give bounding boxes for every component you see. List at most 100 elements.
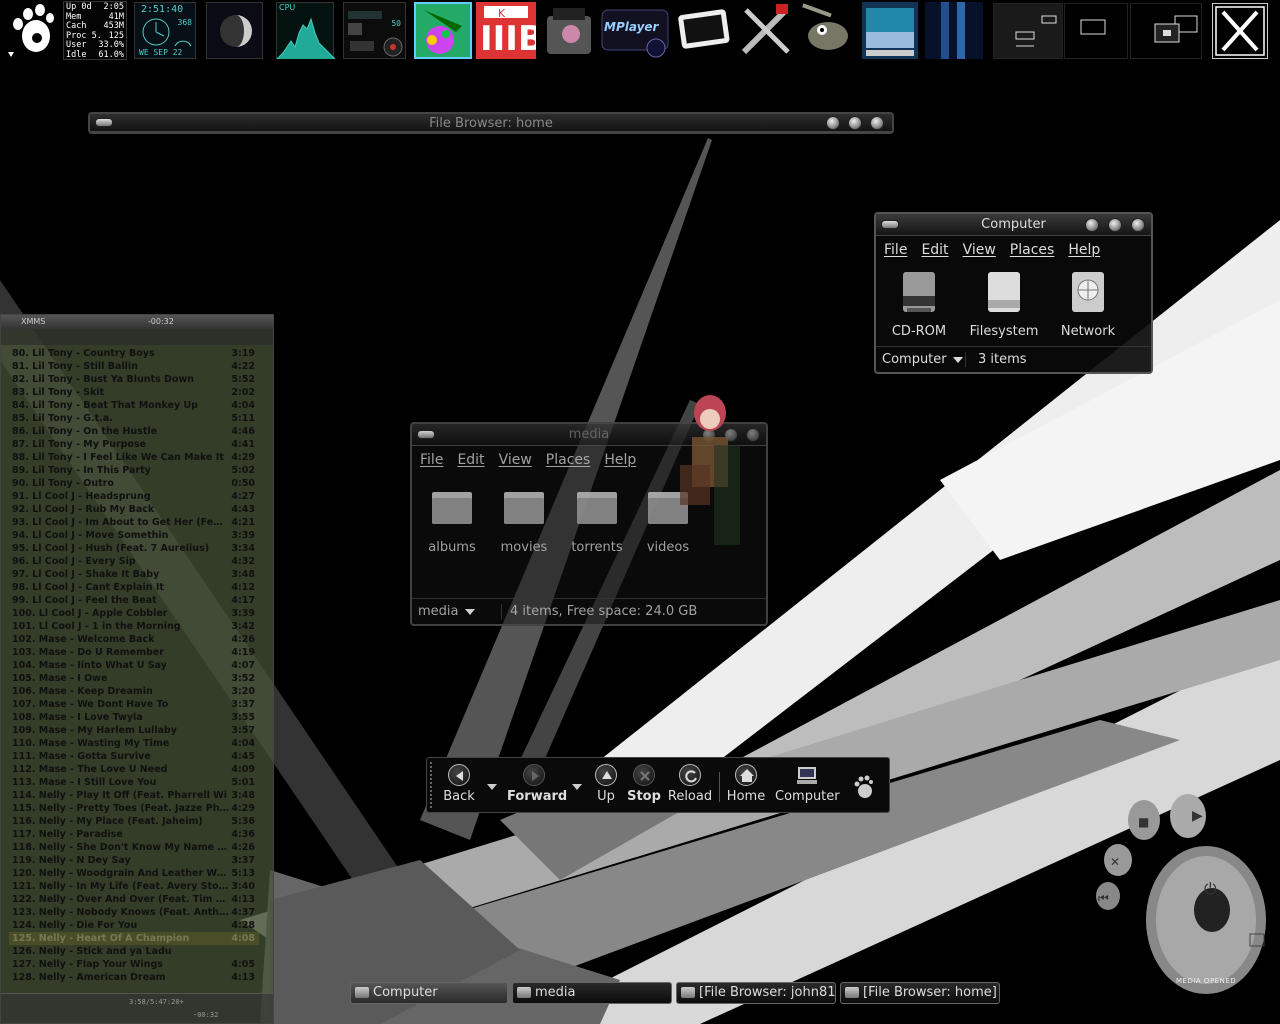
- folder-albums[interactable]: albums: [412, 484, 492, 555]
- playlist-row[interactable]: 91. Ll Cool J - Headsprung 4:27: [9, 490, 259, 503]
- network-place[interactable]: Network: [1048, 268, 1128, 339]
- computer-button[interactable]: Computer: [775, 764, 840, 804]
- close-button[interactable]: [870, 116, 884, 130]
- playlist-row[interactable]: 103. Mase - Do U Remember 4:19: [9, 646, 259, 659]
- menu-edit[interactable]: Edit: [921, 242, 948, 258]
- window-titlebar[interactable]: Computer: [876, 214, 1151, 236]
- volume-mixer-applet[interactable]: 50: [343, 2, 406, 59]
- playlist-row[interactable]: 119. Nelly - N Dey Say 3:37: [9, 854, 259, 867]
- image-launcher-icon[interactable]: [862, 2, 918, 59]
- toolbar-handle[interactable]: [430, 762, 434, 808]
- back-button[interactable]: Back: [441, 764, 477, 804]
- playlist-row[interactable]: 121. Nelly - In My Life (Feat. Avery Sto…: [9, 880, 259, 893]
- maximize-button[interactable]: [1108, 218, 1122, 232]
- playlist-row[interactable]: 122. Nelly - Over And Over (Feat. Tim M.…: [9, 893, 259, 906]
- playlist-row[interactable]: 115. Nelly - Pretty Toes (Feat. Jazze Ph…: [9, 802, 259, 815]
- reload-button[interactable]: Reload: [667, 764, 713, 804]
- playlist-row[interactable]: 84. Lil Tony - Beat That Monkey Up 4:04: [9, 399, 259, 412]
- minimize-button[interactable]: [1085, 218, 1099, 232]
- playlist-row[interactable]: 86. Lil Tony - On the Hustle 4:46: [9, 425, 259, 438]
- playlist-row[interactable]: 95. Ll Cool J - Hush (Feat. 7 Aurelius) 3…: [9, 542, 259, 555]
- playlist-row[interactable]: 117. Nelly - Paradise 4:36: [9, 828, 259, 841]
- playlist-row[interactable]: 118. Nelly - She Don't Know My Name (F..…: [9, 841, 259, 854]
- minimize-button[interactable]: [826, 116, 840, 130]
- close-button[interactable]: [1131, 218, 1145, 232]
- playlist-row[interactable]: 98. Ll Cool J - Cant Explain It 4:12: [9, 581, 259, 594]
- playlist-row[interactable]: 90. Lil Tony - Outro 0:50: [9, 477, 259, 490]
- menu-places[interactable]: Places: [1010, 242, 1055, 258]
- menu-view[interactable]: View: [963, 242, 996, 258]
- task-media[interactable]: media: [512, 982, 672, 1004]
- playlist-row[interactable]: 80. Lil Tony - Country Boys 3:19: [9, 347, 259, 360]
- playlist-row[interactable]: 93. Ll Cool J - Im About to Get Her (Fea…: [9, 516, 259, 529]
- playlist-row[interactable]: 110. Mase - Wasting My Time 4:04: [9, 737, 259, 750]
- filesystem-drive[interactable]: Filesystem: [964, 268, 1044, 339]
- gimp-launcher-icon[interactable]: [798, 2, 858, 59]
- playlist-row[interactable]: 88. Lil Tony - I Feel Like We Can Make I…: [9, 451, 259, 464]
- task-computer[interactable]: Computer: [350, 982, 508, 1004]
- playlist-row[interactable]: 92. Ll Cool J - Rub My Back 4:43: [9, 503, 259, 516]
- menu-help[interactable]: Help: [1068, 242, 1100, 258]
- playlist-row[interactable]: 87. Lil Tony - My Purpose 4:41: [9, 438, 259, 451]
- xmms-controls[interactable]: 3:58/5:47:20+ -00:32: [1, 993, 273, 1023]
- folder-movies[interactable]: movies: [484, 484, 564, 555]
- playlist-row[interactable]: 120. Nelly - Woodgrain And Leather Wit .…: [9, 867, 259, 880]
- gnome-foot-media-control[interactable]: ▶ ■ ✕ ⏮ ⏻: [1090, 780, 1280, 1024]
- playlist-row[interactable]: 101. Ll Cool J - 1 in the Morning 3:42: [9, 620, 259, 633]
- cdrom-drive[interactable]: CD-ROM: [879, 268, 959, 339]
- playlist-row[interactable]: 127. Nelly - Flap Your Wings 4:05: [9, 958, 259, 971]
- xmms-playlist-window[interactable]: XMMS -00:32 80. Lil Tony - Country Boys 3…: [0, 314, 274, 1024]
- task-file-browser-home[interactable]: [File Browser: home]: [840, 982, 1000, 1004]
- menu-edit[interactable]: Edit: [457, 452, 484, 468]
- menu-view[interactable]: View: [499, 452, 532, 468]
- playlist-row[interactable]: 112. Mase - The Love U Need 4:09: [9, 763, 259, 776]
- playlist[interactable]: 80. Lil Tony - Country Boys 3:19 81. Lil T…: [9, 347, 259, 987]
- forward-history-chevron-icon[interactable]: [572, 784, 582, 790]
- playlist-row[interactable]: 128. Nelly - American Dream 4:13: [9, 971, 259, 984]
- playlist-row[interactable]: 82. Lil Tony - Bust Ya Blunts Down 5:52: [9, 373, 259, 386]
- file-browser-home-window[interactable]: File Browser: home: [88, 112, 894, 134]
- playlist-row[interactable]: 105. Mase - I Owe 3:52: [9, 672, 259, 685]
- playlist-row[interactable]: 124. Nelly - Die For You 4:28: [9, 919, 259, 932]
- stop-button[interactable]: Stop: [627, 764, 661, 804]
- back-history-chevron-icon[interactable]: [487, 784, 497, 790]
- playlist-row[interactable]: 104. Mase - Iinto What U Say 4:07: [9, 659, 259, 672]
- playlist-row[interactable]: 113. Mase - I Still Love You 5:01: [9, 776, 259, 789]
- xmms-titlebar[interactable]: XMMS -00:32: [1, 315, 273, 329]
- up-button[interactable]: Up: [593, 764, 619, 804]
- workspace-2[interactable]: [1064, 3, 1128, 59]
- playlist-row[interactable]: 126. Nelly - Stick and ya Ladu: [9, 945, 259, 958]
- playlist-row[interactable]: 106. Mase - Keep Dreamin 3:20: [9, 685, 259, 698]
- tools-launcher-icon[interactable]: [736, 2, 796, 59]
- playlist-row[interactable]: 100. Ll Cool J - Apple Cobbler 3:39: [9, 607, 259, 620]
- playlist-row[interactable]: 109. Mase - My Harlem Lullaby 3:57: [9, 724, 259, 737]
- playlist-row[interactable]: 85. Lil Tony - G.t.a. 5:11: [9, 412, 259, 425]
- gnome-menu-icon[interactable]: [6, 2, 58, 58]
- blue-glow-launcher-icon[interactable]: [925, 2, 983, 59]
- playlist-row[interactable]: 108. Mase - I Love Twyla 3:55: [9, 711, 259, 724]
- playlist-row[interactable]: 99. Ll Cool J - Feel the Beat 4:17: [9, 594, 259, 607]
- folder-torrents[interactable]: torrents: [557, 484, 637, 555]
- km-app-launcher-icon[interactable]: IIIB K: [476, 2, 544, 59]
- gift-box-launcher-icon[interactable]: [539, 2, 599, 59]
- clock-applet[interactable]: 2:51:40 368 WE SEP 22: [134, 2, 196, 59]
- computer-window[interactable]: Computer File Edit View Places Help CD-R…: [874, 212, 1153, 374]
- playlist-row[interactable]: 94. Ll Cool J - Move Somethin 3:39: [9, 529, 259, 542]
- moon-phase-applet[interactable]: [206, 2, 263, 59]
- playlist-row[interactable]: 89. Lil Tony - In This Party 5:02: [9, 464, 259, 477]
- maximize-button[interactable]: [848, 116, 862, 130]
- frog-app-launcher-icon[interactable]: [414, 2, 472, 59]
- location-dropdown[interactable]: media: [418, 604, 502, 619]
- workspace-1[interactable]: [993, 3, 1063, 59]
- x-close-icon[interactable]: [1212, 3, 1268, 59]
- playlist-row[interactable]: 102. Mase - Welcome Back 4:26: [9, 633, 259, 646]
- home-button[interactable]: Home: [725, 764, 767, 804]
- location-dropdown[interactable]: Computer: [882, 352, 966, 367]
- task-file-browser-john81[interactable]: [File Browser: john81]: [676, 982, 836, 1004]
- menu-places[interactable]: Places: [546, 452, 591, 468]
- playlist-row[interactable]: 114. Nelly - Play It Off (Feat. Pharrell…: [9, 789, 259, 802]
- playlist-row[interactable]: 125. Nelly - Heart Of A Champion 4:08: [9, 932, 259, 945]
- forward-button[interactable]: Forward: [507, 764, 567, 804]
- playlist-row[interactable]: 107. Mase - We Dont Have To 3:37: [9, 698, 259, 711]
- playlist-row[interactable]: 116. Nelly - My Place (Feat. Jaheim) 5:36: [9, 815, 259, 828]
